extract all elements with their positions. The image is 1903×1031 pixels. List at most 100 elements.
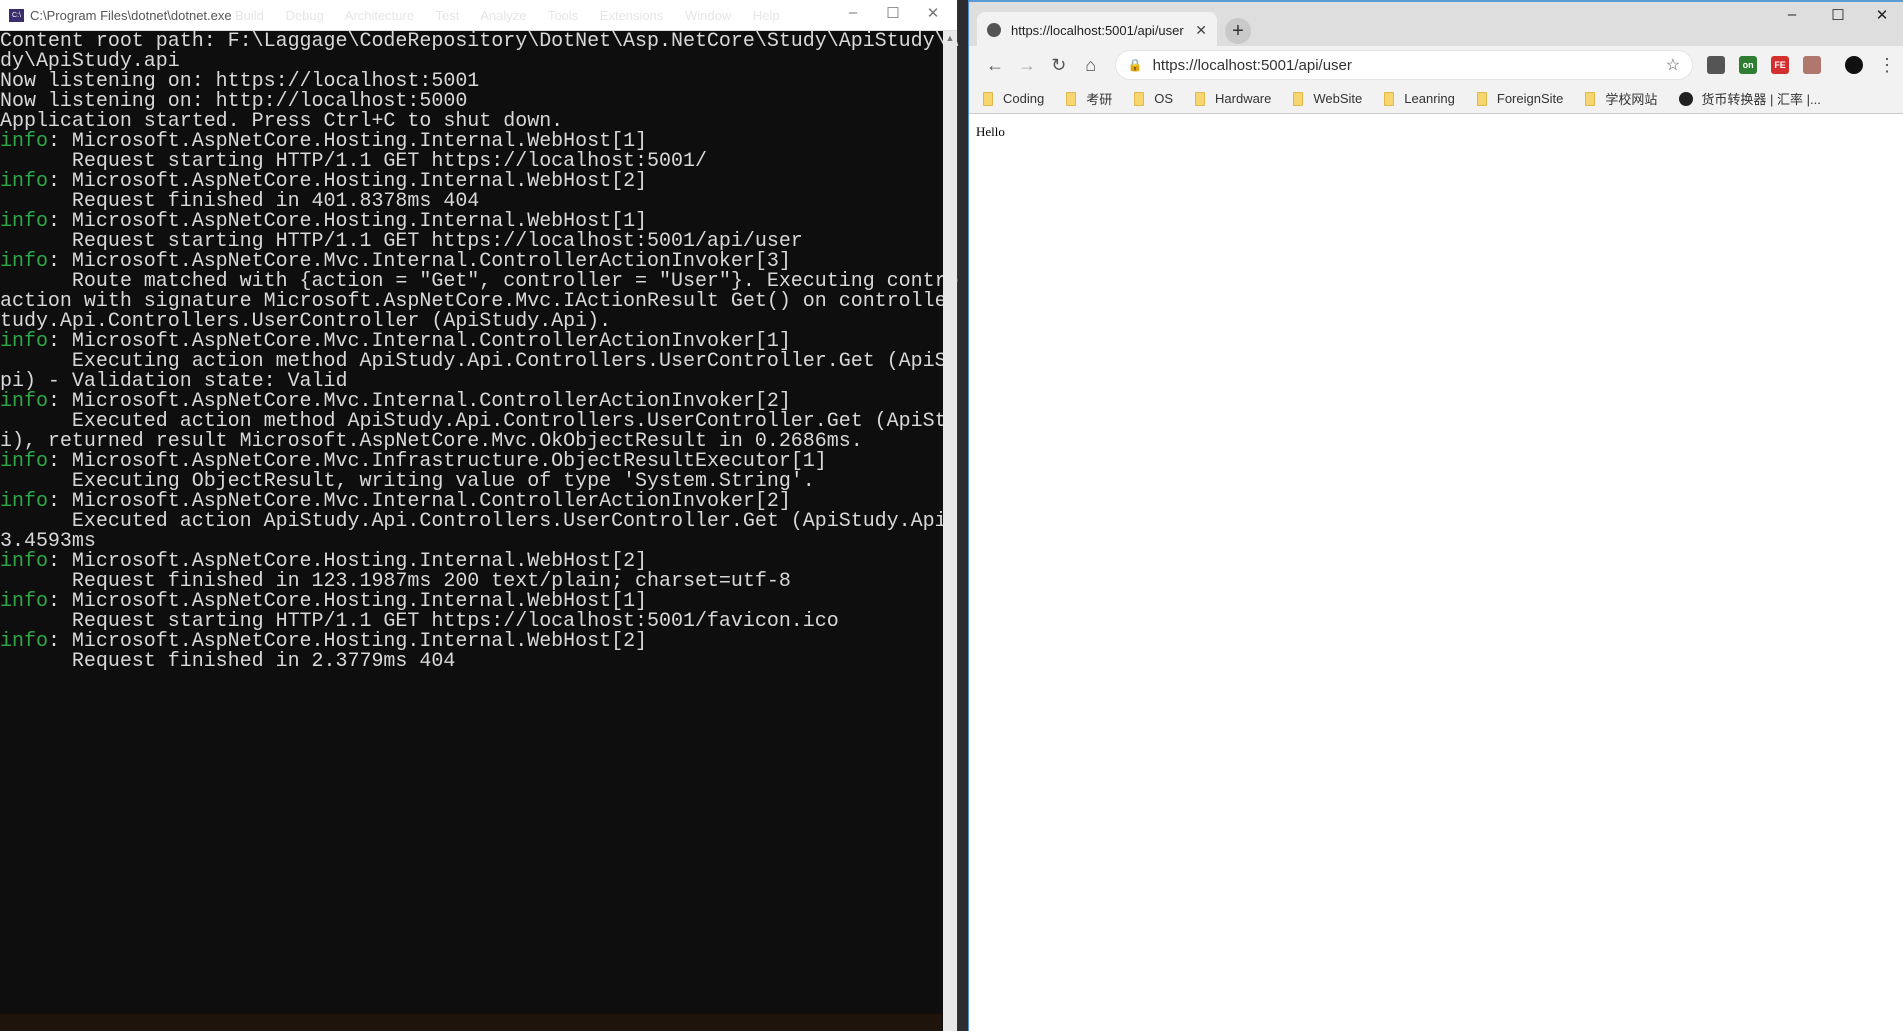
console-line: Request starting HTTP/1.1 GET https://lo… [0, 612, 943, 632]
console-line: info: Microsoft.AspNetCore.Mvc.Infrastru… [0, 452, 943, 472]
browser-maximize-button[interactable]: ☐ [1815, 6, 1861, 24]
console-app-icon: C:\ [9, 8, 24, 22]
maximize-button[interactable]: ☐ [873, 4, 913, 22]
bookmark-label: 货币转换器 | 汇率 |... [1701, 92, 1821, 107]
tab-strip: https://localhost:5001/api/user ✕ + – ☐ … [969, 0, 1903, 48]
console-line: i), returned result Microsoft.AspNetCore… [0, 432, 943, 452]
tab-active[interactable]: https://localhost:5001/api/user ✕ [977, 12, 1217, 48]
console-output[interactable]: Content root path: F:\Laggage\CodeReposi… [0, 31, 1019, 1017]
folder-icon [1585, 91, 1596, 106]
home-button[interactable]: ⌂ [1075, 55, 1107, 76]
reload-button[interactable]: ↻ [1043, 55, 1075, 76]
console-line: Request finished in 2.3779ms 404 [0, 652, 943, 672]
bookmark-item[interactable]: ForeignSite [1476, 91, 1564, 106]
folder-icon [983, 91, 993, 106]
console-line: pi) - Validation state: Valid [0, 372, 943, 392]
bookmark-label: ForeignSite [1496, 91, 1564, 106]
shield-extension-icon[interactable] [1707, 56, 1726, 74]
background-menu-text: Build Debug Architecture Test Analyze To… [235, 8, 780, 23]
browser-toolbar: ← → ↻ ⌂ 🔒 https://localhost:5001/api/use… [969, 46, 1903, 84]
console-line: Application started. Press Ctrl+C to shu… [0, 112, 943, 132]
console-line: tudy.Api.Controllers.UserController (Api… [0, 312, 943, 332]
folder-icon [1384, 91, 1395, 106]
bookmark-label: OS [1154, 91, 1174, 106]
forward-button[interactable]: → [1011, 55, 1043, 76]
console-line: info: Microsoft.AspNetCore.Hosting.Inter… [0, 632, 943, 652]
site-icon [1679, 91, 1694, 106]
bookmark-item[interactable]: OS [1134, 91, 1173, 106]
console-line-text: Request finished in 2.3779ms 404 [0, 650, 456, 673]
new-tab-button[interactable]: + [1225, 18, 1251, 44]
bookmark-label: Coding [1003, 91, 1045, 106]
list-on-extension-icon[interactable]: on [1739, 56, 1758, 74]
folder-icon [1293, 91, 1304, 106]
tab-close-icon[interactable]: ✕ [1195, 22, 1207, 39]
bookmark-item[interactable]: WebSite [1293, 91, 1362, 106]
bookmark-item[interactable]: 考研 [1066, 89, 1112, 108]
folder-icon [1476, 91, 1487, 106]
console-window: C:\ C:\Program Files\dotnet\dotnet.exe B… [0, 0, 1019, 1031]
back-button[interactable]: ← [979, 55, 1011, 76]
globe-icon [987, 23, 1001, 37]
tab-title: https://localhost:5001/api/user [1011, 22, 1184, 38]
url-text[interactable]: https://localhost:5001/api/user [1153, 57, 1666, 74]
console-line: dy\ApiStudy.api [0, 52, 943, 72]
console-line: Now listening on: http://localhost:5000 [0, 92, 943, 112]
console-line: Executing action method ApiStudy.Api.Con… [0, 352, 1019, 372]
console-line: action with signature Microsoft.AspNetCo… [0, 292, 1018, 312]
browser-close-button[interactable]: ✕ [1859, 6, 1903, 24]
console-line: Request finished in 401.8378ms 404 [0, 192, 943, 212]
bookmark-item[interactable]: Hardware [1195, 91, 1271, 106]
console-line: info: Microsoft.AspNetCore.Hosting.Inter… [0, 212, 943, 232]
console-line: info: Microsoft.AspNetCore.Hosting.Inter… [0, 132, 943, 152]
extensions-area: on FE [1693, 56, 1864, 74]
account-extension-icon[interactable] [1845, 56, 1864, 74]
bookmark-item[interactable]: Leanring [1384, 91, 1455, 106]
folder-icon [1066, 91, 1077, 106]
console-title-bar: C:\ C:\Program Files\dotnet\dotnet.exe B… [0, 0, 957, 31]
background-status-strip [0, 1014, 942, 1031]
console-line: Request finished in 123.1987ms 200 text/… [0, 572, 943, 592]
console-line: info: Microsoft.AspNetCore.Hosting.Inter… [0, 552, 943, 572]
background-window-edge [958, 0, 968, 1031]
scroll-up-icon[interactable]: ▲ [943, 31, 957, 45]
menu-icon[interactable]: ⋮ [1871, 55, 1903, 76]
bookmark-item[interactable]: 货币转换器 | 汇率 |... [1679, 89, 1821, 108]
console-line: Request starting HTTP/1.1 GET https://lo… [0, 152, 943, 172]
console-line: Executed action ApiStudy.Api.Controllers… [0, 512, 1019, 532]
console-line: Request starting HTTP/1.1 GET https://lo… [0, 232, 943, 252]
page-content: Hello [976, 124, 1005, 139]
folder-icon [1134, 91, 1145, 106]
bookmark-label: Leanring [1404, 91, 1455, 106]
console-line: Executing ObjectResult, writing value of… [0, 472, 943, 492]
bookmark-label: Hardware [1215, 91, 1272, 106]
pdf-extension-icon[interactable] [1803, 56, 1822, 74]
console-line: Now listening on: https://localhost:5001 [0, 72, 943, 92]
console-line: info: Microsoft.AspNetCore.Mvc.Internal.… [0, 492, 943, 512]
bookmarks-bar: Coding 考研 OS Hardware WebSite Leanring Foreign… [969, 84, 1903, 114]
bookmark-item[interactable]: 学校网站 [1585, 89, 1657, 108]
minimize-button[interactable]: – [833, 4, 873, 21]
lock-icon: 🔒 [1127, 58, 1143, 72]
console-line: 3.4593ms [0, 532, 943, 552]
console-line: info: Microsoft.AspNetCore.Mvc.Internal.… [0, 392, 943, 412]
bookmark-item[interactable]: Coding [983, 91, 1044, 106]
console-line: Executed action method ApiStudy.Api.Cont… [0, 412, 1019, 432]
bookmark-label: 学校网站 [1605, 92, 1658, 107]
bookmark-label: WebSite [1313, 91, 1363, 106]
browser-minimize-button[interactable]: – [1769, 6, 1815, 23]
address-bar[interactable]: 🔒 https://localhost:5001/api/user ☆ [1114, 50, 1694, 80]
console-line: info: Microsoft.AspNetCore.Mvc.Internal.… [0, 332, 943, 352]
bookmark-star-icon[interactable]: ☆ [1666, 55, 1680, 75]
console-line: info: Microsoft.AspNetCore.Mvc.Internal.… [0, 252, 943, 272]
close-button[interactable]: ✕ [913, 4, 953, 22]
console-line-text: Executed action ApiStudy.Api.Controllers… [0, 510, 1019, 533]
browser-window: https://localhost:5001/api/user ✕ + – ☐ … [968, 0, 1903, 1031]
console-line: Route matched with {action = "Get", cont… [0, 272, 1007, 292]
console-line: Content root path: F:\Laggage\CodeReposi… [0, 32, 1018, 52]
console-title: C:\Program Files\dotnet\dotnet.exe [30, 7, 232, 23]
fe-extension-icon[interactable]: FE [1771, 56, 1790, 74]
console-line: info: Microsoft.AspNetCore.Hosting.Inter… [0, 172, 943, 192]
console-scrollbar[interactable]: ▲ [943, 31, 957, 1031]
console-line: info: Microsoft.AspNetCore.Hosting.Inter… [0, 592, 943, 612]
